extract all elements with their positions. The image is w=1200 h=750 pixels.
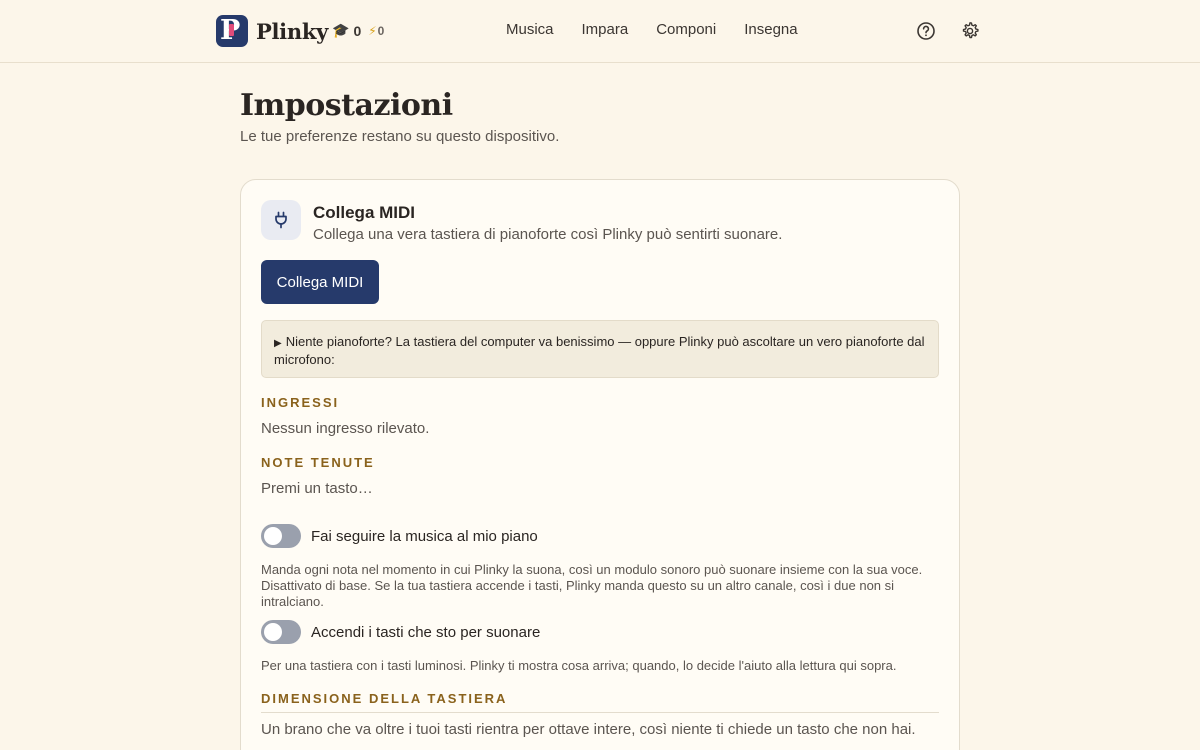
main-nav: Musica Impara Componi Insegna: [506, 21, 826, 38]
inputs-label: INGRESSI: [261, 395, 340, 410]
nav-impara[interactable]: Impara: [582, 21, 629, 38]
nav-insegna[interactable]: Insegna: [744, 21, 797, 38]
logo: P: [216, 15, 248, 47]
details-summary: Niente pianoforte? La tastiera del compu…: [274, 334, 925, 367]
follow-music-help: Manda ogni nota nel momento in cui Plink…: [261, 562, 923, 609]
page-title: Impostazioni: [240, 88, 453, 123]
logo-stripe: [229, 24, 234, 36]
card-title: Collega MIDI: [313, 203, 416, 222]
plug-icon: [261, 200, 301, 240]
nav-musica[interactable]: Musica: [506, 21, 554, 38]
keyboard-size-text: Un brano che va oltre i tuoi tasti rient…: [261, 721, 916, 738]
page-subtitle: Le tue preferenze restano su questo disp…: [240, 128, 560, 145]
keyboard-size-label: DIMENSIONE DELLA TASTIERA: [261, 691, 508, 706]
toggle-knob: [264, 623, 282, 641]
help-circle-icon[interactable]: [916, 21, 936, 41]
graduation-cap-icon: 🎓: [332, 22, 350, 38]
held-notes-label: NOTE TENUTE: [261, 455, 375, 470]
graduation-count: 0: [353, 22, 362, 39]
brand-name: Plinky: [256, 18, 328, 44]
light-keys-help: Per una tastiera con i tasti luminosi. P…: [261, 658, 897, 673]
gear-icon[interactable]: [960, 21, 980, 41]
light-keys-toggle[interactable]: [261, 620, 301, 644]
top-bar: P Plinky 🎓 0 ⚡ 0 Musica Impara Componi I…: [0, 0, 1200, 63]
follow-music-toggle[interactable]: [261, 524, 301, 548]
held-notes-value: Premi un tasto…: [261, 480, 373, 497]
user-stats: 🎓 0 ⚡ 0: [332, 22, 384, 39]
inputs-value: Nessun ingresso rilevato.: [261, 420, 430, 437]
energy-count: 0: [377, 23, 385, 38]
disclosure-triangle-icon: ▶: [274, 338, 282, 349]
follow-music-label: Fai seguire la musica al mio piano: [311, 528, 538, 545]
no-piano-details[interactable]: ▶ Niente pianoforte? La tastiera del comp…: [261, 320, 939, 378]
toggle-knob: [264, 527, 282, 545]
card-description: Collega una vera tastiera di pianoforte …: [313, 226, 783, 243]
midi-settings-card: Collega MIDI Collega una vera tastiera d…: [240, 179, 960, 750]
lightning-icon: ⚡: [368, 23, 377, 38]
nav-componi[interactable]: Componi: [656, 21, 716, 38]
brand[interactable]: P Plinky: [216, 15, 328, 47]
light-keys-label: Accendi i tasti che sto per suonare: [311, 624, 541, 641]
connect-midi-button[interactable]: Collega MIDI: [261, 260, 379, 304]
section-divider: [261, 712, 939, 713]
